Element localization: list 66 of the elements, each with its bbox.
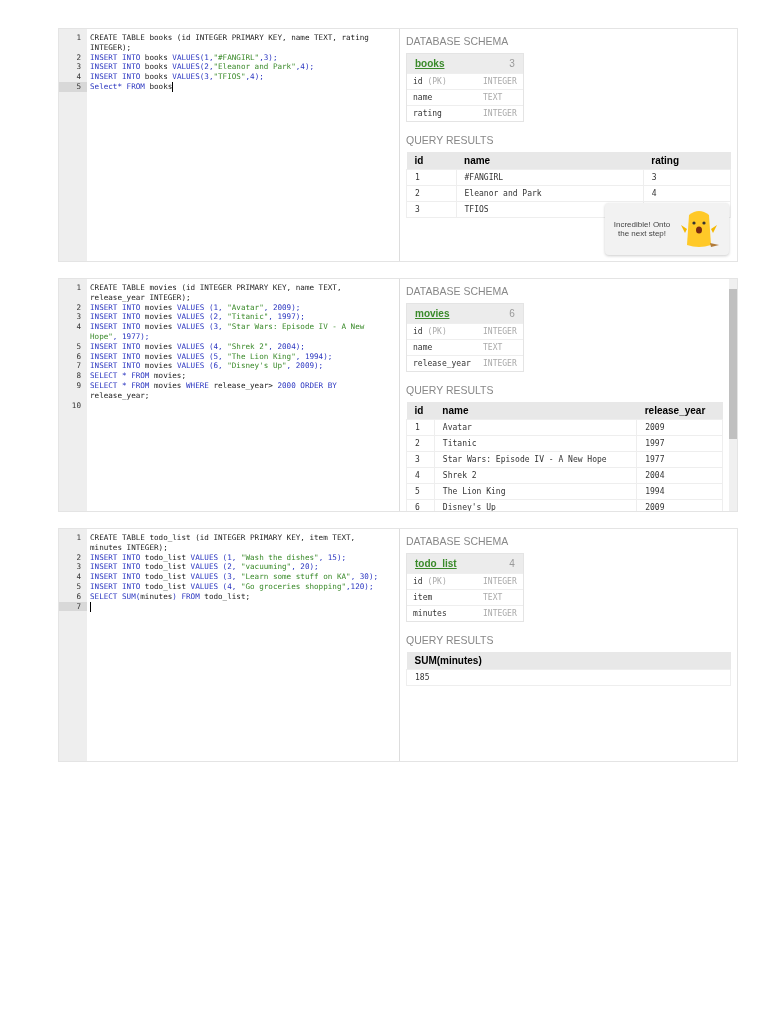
table-cell: 3	[406, 451, 435, 468]
section-title: QUERY RESULTS	[406, 134, 495, 146]
table-cell: Titanic	[434, 435, 637, 452]
column-header: name	[434, 402, 637, 420]
table-cell: 1	[406, 169, 457, 186]
table-cell: #FANGIRL	[456, 169, 644, 186]
code-editor[interactable]	[59, 529, 400, 761]
table-cell: 4	[643, 185, 731, 202]
table-cell: 3	[406, 201, 457, 218]
table-cell: 185	[406, 669, 731, 686]
column-name: name	[413, 93, 434, 102]
column-type: TEXT	[483, 93, 503, 102]
tooltip-text: Incredible! Onto the next step!	[613, 220, 671, 238]
table-cell: Avatar	[434, 419, 637, 436]
column-type: INTEGER	[483, 109, 517, 118]
table-cell: 2009	[636, 419, 723, 436]
table-cell: 2004	[636, 467, 723, 484]
scrollbar[interactable]	[729, 279, 737, 511]
table-cell: Shrek 2	[434, 467, 637, 484]
column-header: id	[406, 402, 435, 420]
table-cell: The Lion King	[434, 483, 637, 500]
table-cell: Star Wars: Episode IV - A New Hope	[434, 451, 637, 468]
section-title: DATABASE SCHEMA	[406, 35, 510, 47]
column-header: SUM(minutes)	[406, 652, 731, 670]
column-name: name	[413, 343, 434, 352]
section-title: QUERY RESULTS	[406, 634, 495, 646]
table-cell: 1977	[636, 451, 723, 468]
table-cell: 4	[406, 467, 435, 484]
section-title: QUERY RESULTS	[406, 384, 495, 396]
table-cell: Eleanor and Park	[456, 185, 644, 202]
row-count: 4	[509, 558, 515, 569]
code-editor[interactable]	[59, 279, 400, 511]
column-type: INTEGER	[483, 609, 517, 618]
row-count: 6	[509, 308, 515, 319]
column-header: name	[456, 152, 644, 170]
row-count: 3	[509, 58, 515, 69]
column-name: minutes	[413, 609, 448, 618]
column-type: INTEGER	[483, 577, 517, 586]
column-name: release_year	[413, 359, 472, 368]
column-name: id (PK)	[413, 77, 448, 86]
column-name: id (PK)	[413, 577, 448, 586]
table-cell: 2	[406, 435, 435, 452]
table-cell: 5	[406, 483, 435, 500]
column-type: INTEGER	[483, 327, 517, 336]
table-cell: 3	[643, 169, 731, 186]
column-name: item	[413, 593, 434, 602]
column-name: rating	[413, 109, 443, 118]
column-header: id	[406, 152, 457, 170]
column-header: release_year	[636, 402, 723, 420]
column-type: INTEGER	[483, 359, 517, 368]
table-name-link[interactable]: books	[415, 58, 445, 69]
table-cell: 2	[406, 185, 457, 202]
code-editor[interactable]	[59, 29, 400, 261]
table-cell: 1994	[636, 483, 723, 500]
column-type: TEXT	[483, 343, 503, 352]
table-name-link[interactable]: todo_list	[415, 558, 457, 569]
table-cell: 1	[406, 419, 435, 436]
table-cell: 1997	[636, 435, 723, 452]
column-type: TEXT	[483, 593, 503, 602]
column-name: id (PK)	[413, 327, 448, 336]
section-title: DATABASE SCHEMA	[406, 535, 510, 547]
column-type: INTEGER	[483, 77, 517, 86]
section-title: DATABASE SCHEMA	[406, 285, 510, 297]
table-name-link[interactable]: movies	[415, 308, 450, 319]
column-header: rating	[643, 152, 731, 170]
table-cell: 6	[406, 499, 435, 511]
